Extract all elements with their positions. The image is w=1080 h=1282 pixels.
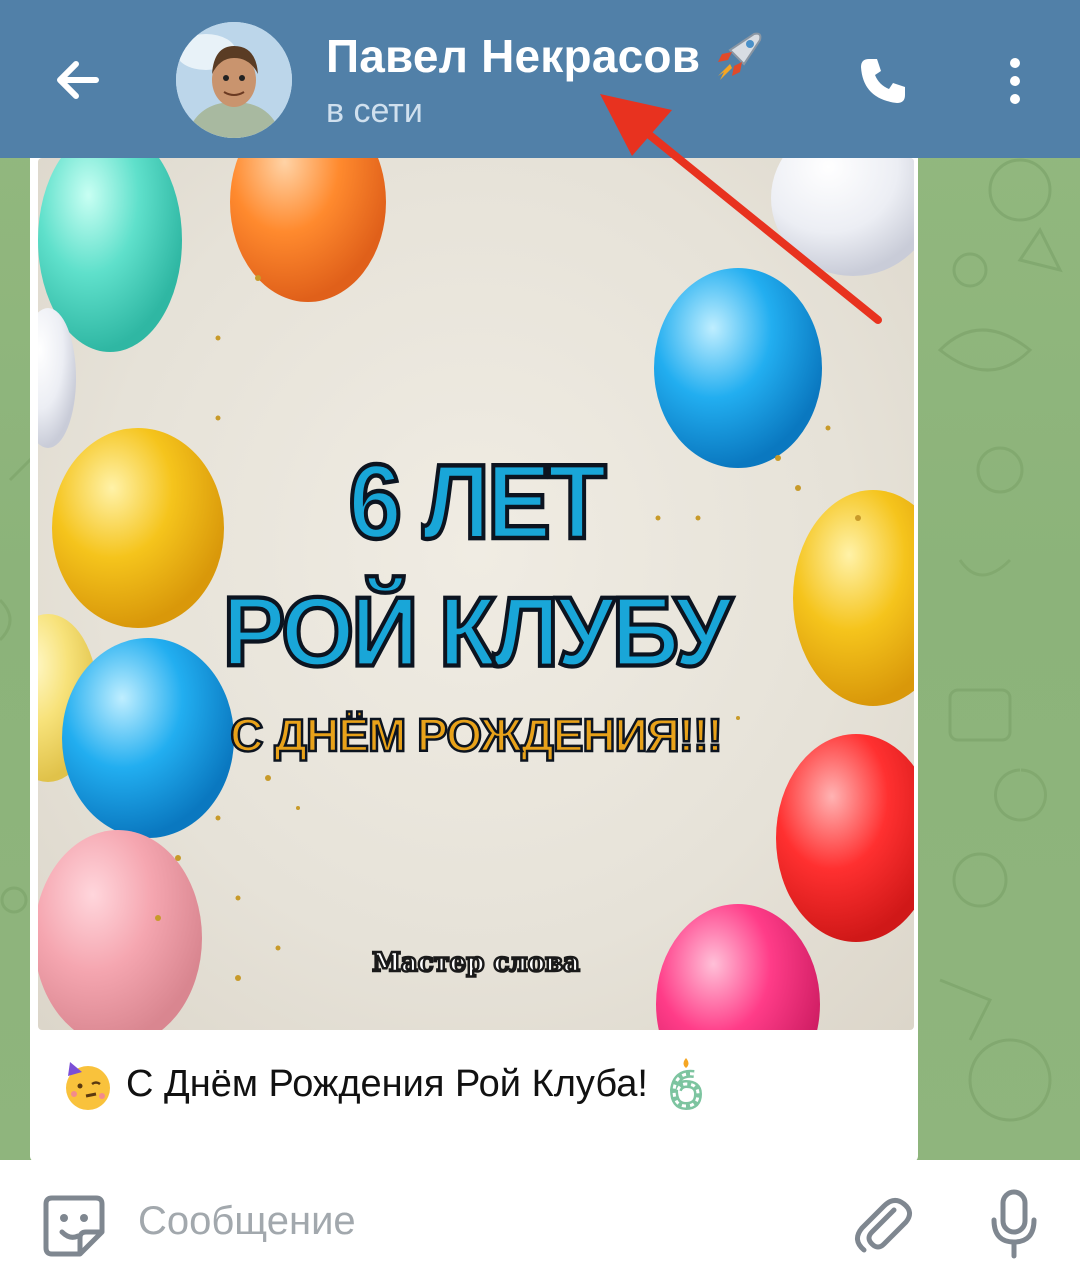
poster-signature: Мастер слова — [371, 947, 581, 980]
sticker-icon — [43, 1195, 105, 1257]
message-input[interactable] — [138, 1188, 818, 1254]
poster-line-3: С ДНЁМ РОЖДЕНИЯ!!! — [229, 708, 724, 763]
more-options-button[interactable] — [990, 46, 1040, 116]
annotation-arrow — [600, 94, 882, 324]
message-composer — [0, 1160, 1080, 1282]
poster-line-1: 6 ЛЕТ — [346, 441, 608, 563]
more-vertical-icon — [1010, 58, 1020, 104]
chat-title: Павел Некрасов — [326, 28, 766, 84]
rocket-emoji-icon — [718, 32, 762, 80]
avatar-photo — [176, 22, 292, 138]
contact-name: Павел Некрасов — [326, 30, 701, 82]
voice-message-button[interactable] — [986, 1188, 1042, 1260]
avatar[interactable] — [176, 22, 292, 138]
back-arrow-icon — [57, 61, 99, 99]
message-caption: С Днём Рождения Рой Клуба! — [60, 1056, 714, 1112]
birthday-candle-6-emoji-icon — [658, 1056, 714, 1112]
chat-header: Павел Некрасов в сети — [0, 0, 1080, 158]
attach-button[interactable] — [848, 1190, 918, 1260]
party-face-emoji-icon — [60, 1056, 116, 1112]
poster-line-2: РОЙ КЛУБУ — [221, 574, 735, 688]
mic-icon — [991, 1189, 1037, 1259]
sticker-button[interactable] — [40, 1192, 108, 1260]
back-button[interactable] — [40, 42, 116, 118]
attach-icon — [855, 1198, 912, 1253]
caption-text: С Днём Рождения Рой Клуба! — [126, 1062, 648, 1105]
